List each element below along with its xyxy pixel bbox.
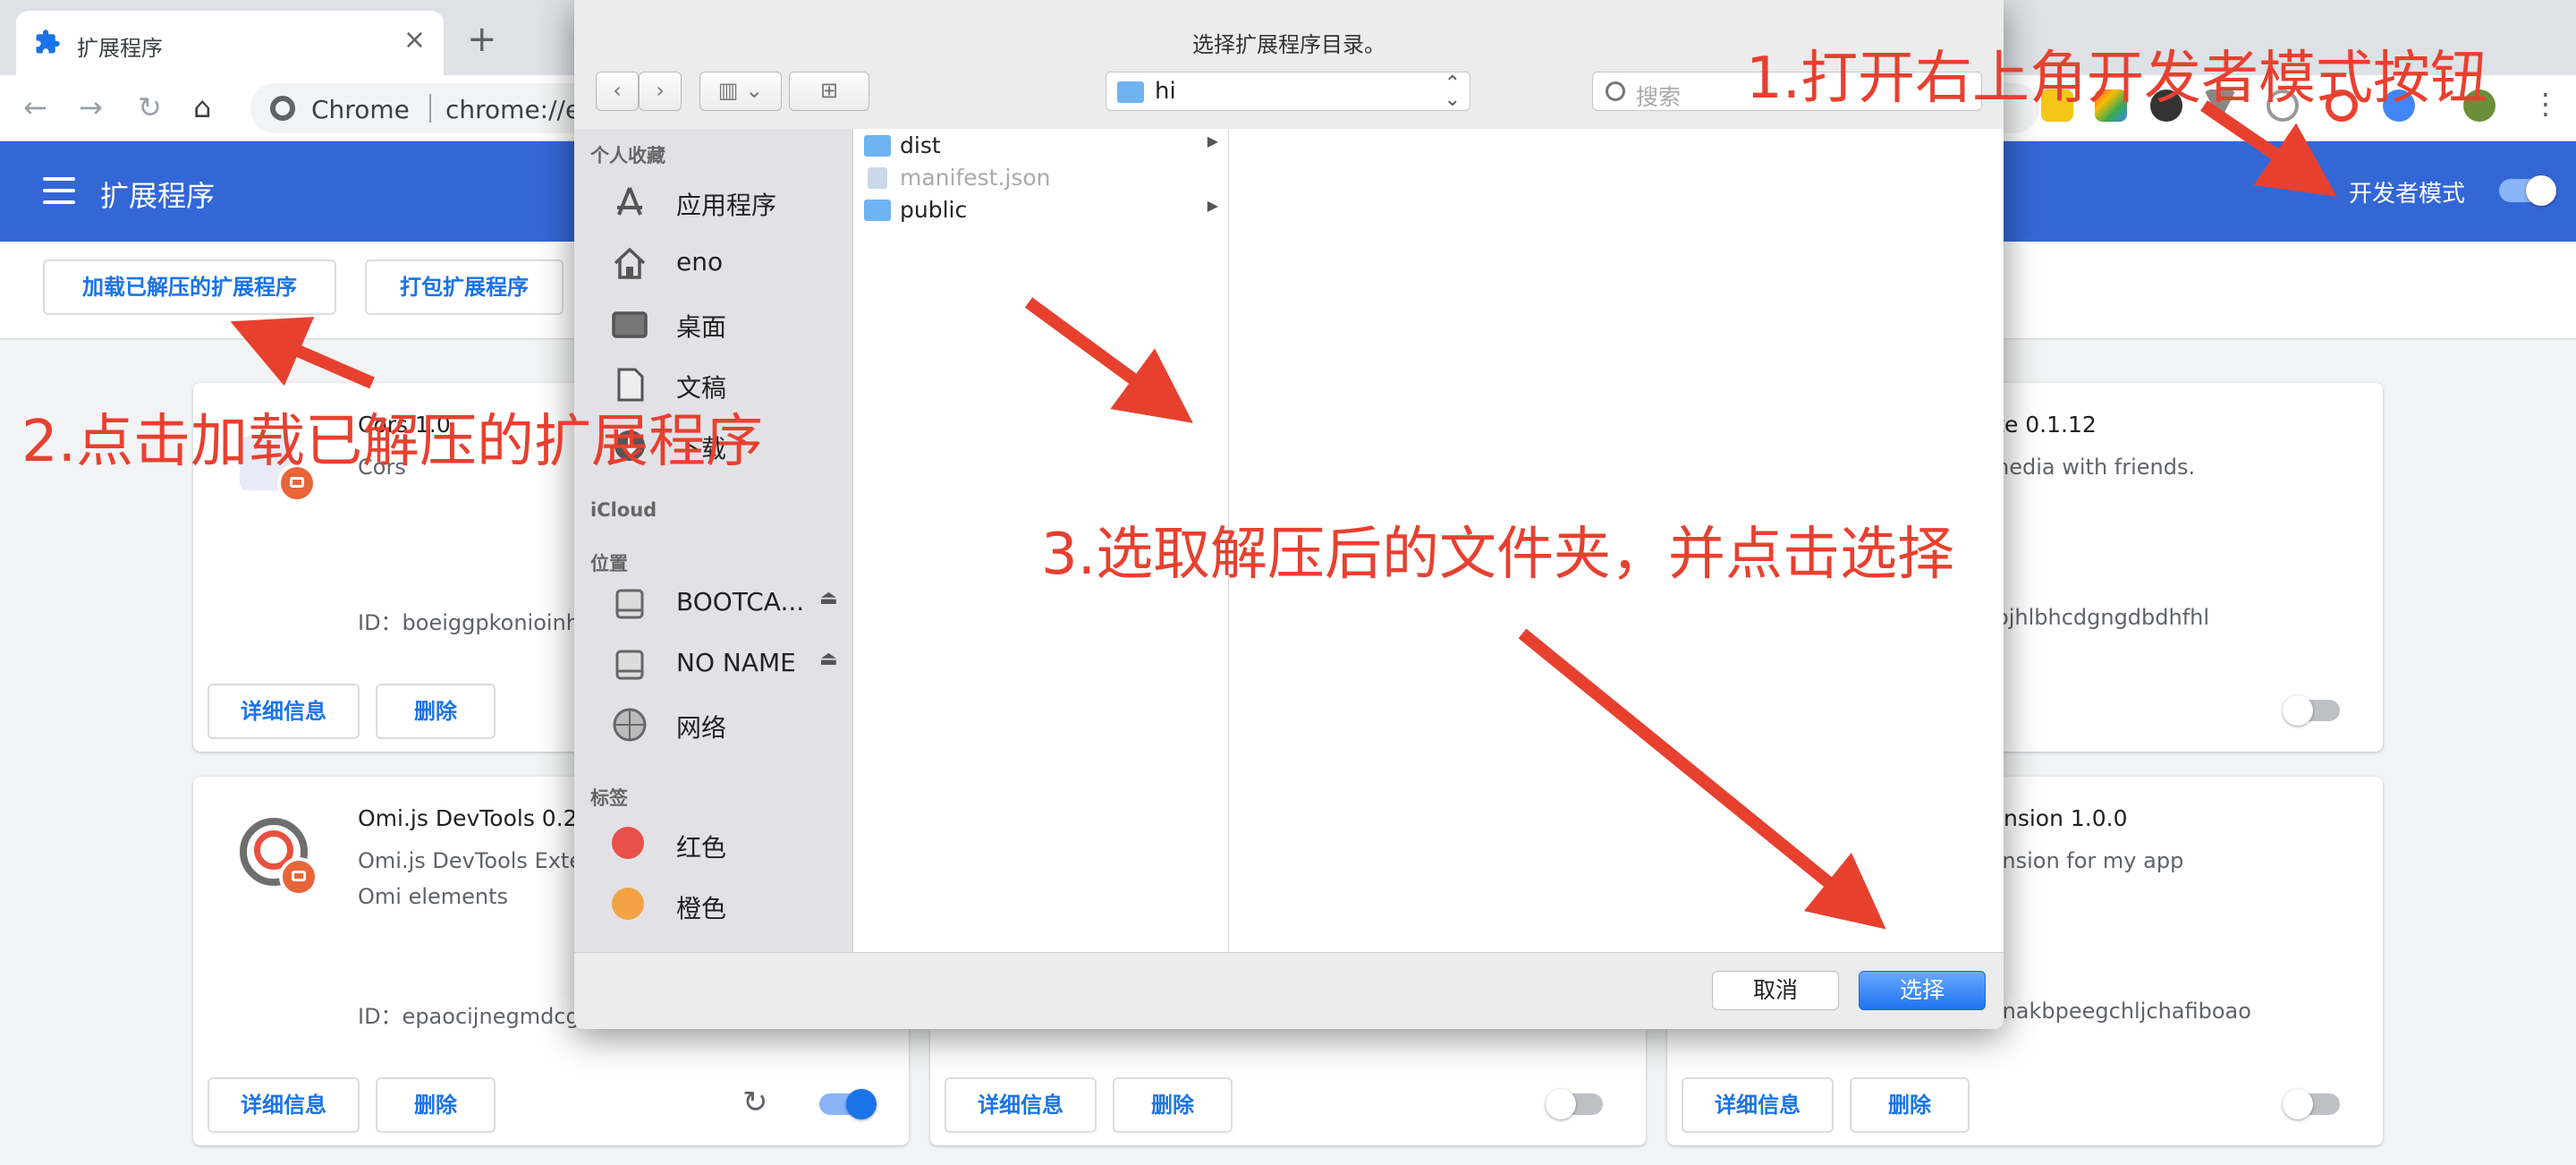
extension-id: mhnakbpeegchljchafiboao (1968, 999, 2251, 1024)
sidebar-item-label: 应用程序 (676, 191, 777, 220)
new-tab-button[interactable]: + (467, 21, 497, 57)
updown-chevron-icon: ⌃ ⌄ (1444, 72, 1461, 111)
desktop-icon (612, 311, 648, 338)
favorites-header: 个人收藏 (590, 145, 665, 166)
extension-id: ID：boeiggpkonioinh (358, 610, 580, 635)
sidebar-item-home[interactable]: eno (590, 236, 850, 286)
enable-toggle[interactable] (1546, 1089, 1603, 1119)
omnibox-label: Chrome (311, 95, 410, 124)
file-row-dist[interactable]: dist ▶ (864, 131, 1222, 161)
sidebar-item-tag-red[interactable]: 红色 (590, 818, 850, 868)
enable-toggle[interactable] (819, 1089, 877, 1119)
file-row-public[interactable]: public ▶ (864, 195, 1222, 225)
tab-extensions[interactable]: 扩展程序 × (16, 11, 444, 75)
sidebar-item-noname[interactable]: NO NAME ⏏ (590, 637, 850, 687)
remove-button[interactable]: 删除 (376, 684, 496, 739)
browser-menu-icon[interactable]: ⋮ (2531, 88, 2560, 120)
omnibox-divider (429, 94, 431, 123)
file-name: public (900, 197, 968, 223)
extension-name: Omi.js DevTools 0.2 (358, 805, 578, 831)
annotation-step3: 3.选取解压后的文件夹，并点击选择 (1041, 522, 1955, 588)
details-button[interactable]: 详细信息 (945, 1077, 1097, 1133)
remove-button[interactable]: 删除 (1113, 1077, 1233, 1133)
puzzle-icon (36, 30, 60, 54)
file-name: dist (900, 132, 941, 158)
enable-toggle[interactable] (2283, 1089, 2340, 1119)
reload-extension-icon[interactable]: ↻ (742, 1084, 768, 1120)
disclosure-arrow-icon: ▶ (1207, 132, 1218, 149)
file-icon (868, 167, 887, 189)
choose-button[interactable]: 选择 (1859, 971, 1986, 1010)
icloud-header: iCloud (590, 499, 657, 521)
folder-icon (1117, 81, 1144, 103)
file-name: manifest.json (900, 165, 1051, 191)
new-folder-icon[interactable]: ⊞ (789, 72, 869, 111)
applications-icon (617, 187, 642, 216)
tags-header: 标签 (590, 787, 628, 809)
sidebar-item-label: BOOTCA... (676, 587, 805, 617)
details-button[interactable]: 详细信息 (1682, 1077, 1834, 1133)
unpacked-badge-icon (279, 857, 318, 897)
extension-description: Omi.js DevTools Exte (358, 848, 583, 873)
eject-icon[interactable]: ⏏ (819, 587, 838, 609)
file-row-manifest[interactable]: manifest.json (864, 163, 1222, 193)
red-tag-dot-icon (612, 827, 644, 859)
extension-description-line2: Omi elements (358, 884, 509, 909)
home-icon[interactable]: ⌂ (193, 91, 211, 123)
cancel-button[interactable]: 取消 (1712, 971, 1839, 1010)
chrome-icon (270, 96, 295, 121)
reload-icon[interactable]: ↻ (138, 91, 162, 123)
tab-title: 扩展程序 (77, 36, 163, 61)
drive-icon (615, 650, 644, 680)
eject-icon[interactable]: ⏏ (819, 648, 838, 670)
details-button[interactable]: 详细信息 (208, 1077, 360, 1133)
sidebar-item-label: 网络 (676, 713, 727, 743)
dialog-sidebar: 个人收藏 应用程序 eno 桌面 文稿 下载 iCloud 位置 BOOTCA.… (574, 129, 853, 952)
view-mode-icon[interactable]: ▥ ⌄ (699, 72, 782, 111)
sidebar-item-tag-orange[interactable]: 橙色 (590, 879, 850, 929)
folder-icon (864, 135, 891, 157)
path-value: hi (1155, 78, 1176, 105)
sidebar-item-bootcamp[interactable]: BOOTCA... ⏏ (590, 576, 850, 626)
orange-tag-dot-icon (612, 888, 644, 920)
sidebar-item-label: 橙色 (676, 894, 727, 923)
sidebar-item-label: NO NAME (676, 648, 796, 677)
developer-mode-label: 开发者模式 (2349, 181, 2466, 208)
enable-toggle[interactable] (2283, 695, 2340, 726)
pack-extension-button[interactable]: 打包扩展程序 (365, 259, 564, 315)
sidebar-item-network[interactable]: 网络 (590, 698, 850, 748)
annotation-step2: 2.点击加载已解压的扩展程序 (21, 409, 764, 475)
folder-icon (864, 200, 891, 221)
sidebar-item-label: 红色 (676, 833, 727, 863)
disclosure-arrow-icon: ▶ (1207, 197, 1218, 214)
remove-button[interactable]: 删除 (376, 1077, 496, 1133)
network-globe-icon (613, 708, 647, 742)
close-tab-icon[interactable]: × (403, 27, 426, 54)
load-unpacked-button[interactable]: 加载已解压的扩展程序 (43, 259, 336, 315)
back-arrow-icon[interactable]: ← (23, 91, 47, 123)
sidebar-item-label: 桌面 (676, 312, 727, 342)
developer-mode-toggle[interactable] (2499, 175, 2556, 206)
hamburger-menu-icon[interactable] (43, 177, 75, 204)
sidebar-item-label: eno (676, 247, 724, 276)
drive-icon (615, 589, 644, 619)
dialog-back-icon[interactable]: ‹ (596, 72, 639, 111)
extension-id: dbbjhlbhcdgngdbdhfhl (1968, 605, 2210, 630)
dialog-footer: 取消 选择 (574, 952, 2004, 1029)
home-icon (614, 247, 646, 279)
extension-id: ID：epaocijnegmdcg (358, 1004, 580, 1029)
annotation-step1: 1.打开右上角开发者模式按钮 (1746, 46, 2488, 112)
details-button[interactable]: 详细信息 (208, 684, 360, 739)
locations-header: 位置 (590, 553, 628, 574)
arrow-to-load-unpacked (230, 317, 375, 389)
dialog-forward-icon[interactable]: › (639, 72, 682, 111)
search-icon (1606, 81, 1625, 101)
sidebar-item-desktop[interactable]: 桌面 (590, 297, 850, 347)
remove-button[interactable]: 删除 (1850, 1077, 1970, 1133)
path-selector[interactable]: hi ⌃ ⌄ (1106, 72, 1470, 111)
page-title: 扩展程序 (100, 179, 216, 213)
search-placeholder: 搜索 (1636, 84, 1682, 110)
forward-arrow-icon[interactable]: → (79, 91, 103, 123)
sidebar-item-applications[interactable]: 应用程序 (590, 175, 850, 225)
